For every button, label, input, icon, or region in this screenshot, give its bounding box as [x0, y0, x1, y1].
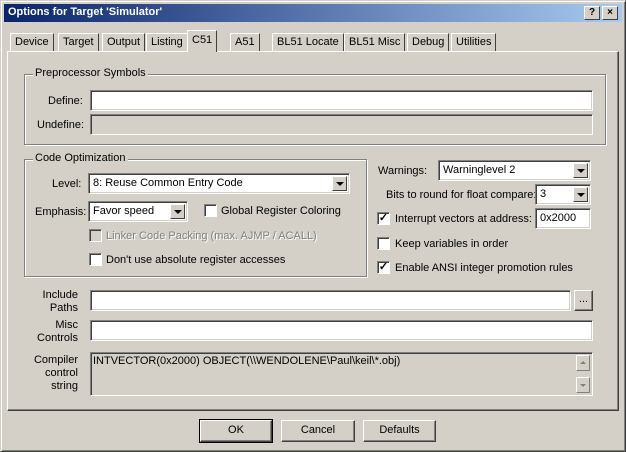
- misc-controls-label-line2: Controls: [37, 332, 78, 344]
- misc-controls-label-line1: Misc: [55, 319, 78, 331]
- close-button[interactable]: ×: [602, 6, 618, 20]
- compiler-control-string: INTVECTOR(0x2000) OBJECT(\\WENDOLENE\Pau…: [90, 352, 593, 396]
- compiler-control-label-line1: Compiler: [33, 354, 78, 366]
- c51-tab-panel: Preprocessor Symbols Define: Undefine: C…: [7, 51, 619, 411]
- tab-debug[interactable]: Debug: [407, 33, 450, 51]
- undefine-label: Undefine:: [37, 119, 85, 131]
- interrupt-vectors-address-input[interactable]: 0x2000: [535, 208, 591, 229]
- define-input[interactable]: [90, 90, 593, 111]
- title-bar[interactable]: Options for Target 'Simulator' ? ×: [4, 4, 622, 22]
- level-value: 8: Reuse Common Entry Code: [93, 177, 243, 189]
- compiler-control-label-line2: control: [44, 367, 78, 379]
- tab-listing[interactable]: Listing: [146, 33, 188, 51]
- compiler-control-text: INTVECTOR(0x2000) OBJECT(\\WENDOLENE\Pau…: [93, 355, 401, 367]
- warnings-value: Warninglevel 2: [443, 164, 516, 176]
- emphasis-value: Favor speed: [93, 205, 155, 217]
- tab-utilities[interactable]: Utilities: [451, 33, 497, 51]
- ok-button[interactable]: OK: [199, 419, 273, 443]
- dont-use-absolute-label: Don't use absolute register accesses: [106, 254, 286, 266]
- global-register-coloring-checkbox[interactable]: [204, 204, 217, 217]
- compiler-control-label-line3: string: [51, 380, 78, 392]
- global-register-coloring-label: Global Register Coloring: [221, 205, 341, 217]
- level-label: Level:: [52, 178, 82, 190]
- warnings-label: Warnings:: [378, 165, 428, 177]
- scroll-down-icon[interactable]: [576, 377, 590, 393]
- code-optimization-title: Code Optimization: [33, 152, 128, 164]
- tab-c51[interactable]: C51: [187, 30, 218, 52]
- keep-variables-checkbox[interactable]: [377, 237, 390, 250]
- defaults-button[interactable]: Defaults: [363, 420, 436, 442]
- interrupt-vectors-checkbox[interactable]: ✓: [377, 212, 390, 225]
- linker-code-packing-checkbox: [89, 229, 102, 242]
- scroll-up-icon[interactable]: [576, 355, 590, 371]
- tab-bl51-locate[interactable]: BL51 Locate: [272, 33, 344, 51]
- options-dialog: Options for Target 'Simulator' ? × Devic…: [0, 0, 626, 452]
- tab-bl51-misc[interactable]: BL51 Misc: [344, 33, 406, 51]
- chevron-down-icon[interactable]: [332, 176, 347, 191]
- include-paths-label-line1: Include: [42, 289, 78, 301]
- emphasis-select[interactable]: Favor speed: [88, 201, 188, 222]
- define-label: Define:: [48, 95, 83, 107]
- enable-ansi-checkbox[interactable]: ✓: [377, 261, 390, 274]
- browse-include-paths-button[interactable]: ...: [574, 290, 593, 311]
- enable-ansi-label: Enable ANSI integer promotion rules: [395, 262, 573, 274]
- window-title: Options for Target 'Simulator': [8, 6, 163, 18]
- cancel-button[interactable]: Cancel: [281, 420, 355, 442]
- tab-target[interactable]: Target: [58, 33, 99, 51]
- bits-round-label: Bits to round for float compare:: [386, 189, 537, 201]
- undefine-input: [90, 114, 593, 135]
- chevron-down-icon[interactable]: [170, 204, 185, 219]
- tab-a51[interactable]: A51: [230, 33, 260, 51]
- linker-code-packing-label: Linker Code Packing (max. AJMP / ACALL): [106, 230, 317, 242]
- emphasis-label: Emphasis:: [35, 206, 87, 218]
- include-paths-label-line2: Paths: [49, 302, 78, 314]
- tab-output[interactable]: Output: [102, 33, 146, 51]
- dont-use-absolute-checkbox[interactable]: [89, 253, 102, 266]
- chevron-down-icon[interactable]: [573, 187, 588, 202]
- preprocessor-group-title: Preprocessor Symbols: [33, 67, 148, 79]
- level-select[interactable]: 8: Reuse Common Entry Code: [88, 173, 350, 194]
- bits-round-select[interactable]: 3: [535, 184, 591, 205]
- misc-controls-input[interactable]: [90, 320, 593, 341]
- include-paths-input[interactable]: [90, 290, 571, 311]
- warnings-select[interactable]: Warninglevel 2: [438, 160, 591, 181]
- chevron-down-icon[interactable]: [573, 163, 588, 178]
- keep-variables-label: Keep variables in order: [395, 238, 509, 250]
- bits-round-value: 3: [540, 188, 547, 200]
- tab-device[interactable]: Device: [10, 33, 54, 51]
- interrupt-vectors-label: Interrupt vectors at address:: [395, 213, 532, 225]
- help-button[interactable]: ?: [584, 6, 600, 20]
